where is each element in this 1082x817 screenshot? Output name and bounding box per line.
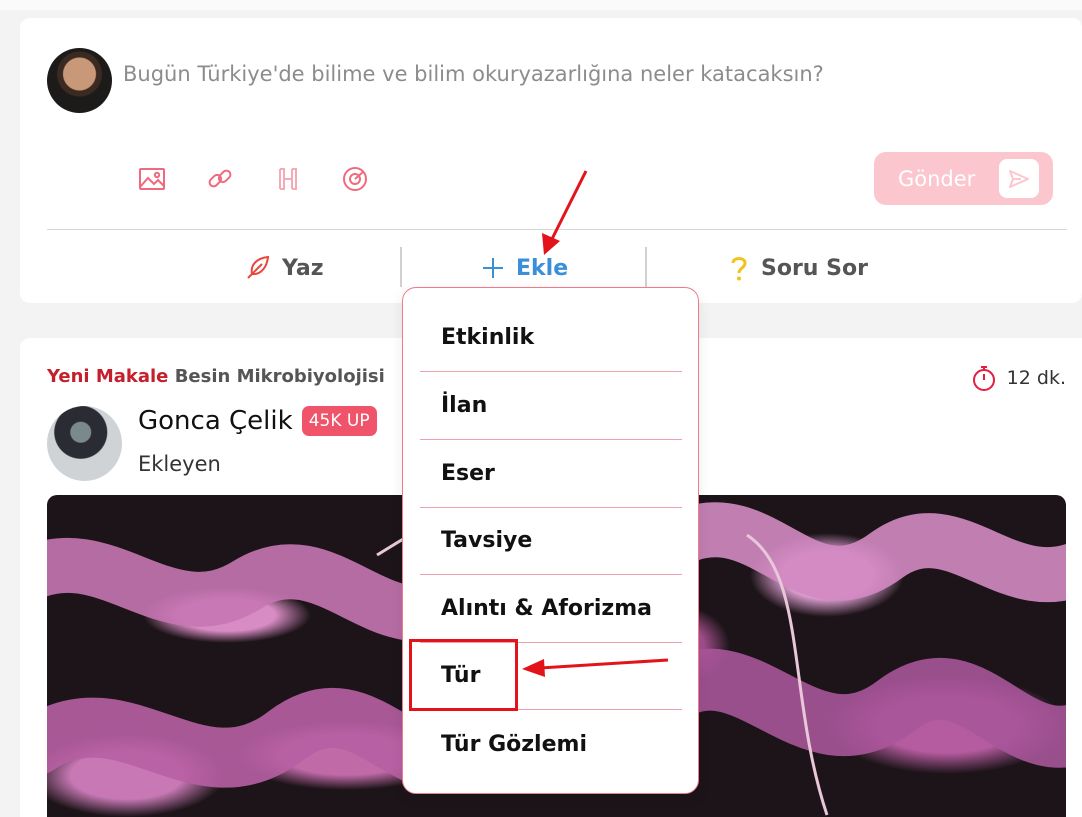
- send-button[interactable]: Gönder: [874, 152, 1053, 205]
- read-time: 12 dk.: [971, 364, 1066, 392]
- author-role: Ekleyen: [138, 452, 221, 476]
- link-icon[interactable]: [205, 164, 235, 194]
- add-dropdown-menu: Etkinlik İlan Eser Tavsiye Alıntı & Afor…: [402, 287, 699, 794]
- ask-question-button[interactable]: Soru Sor: [727, 250, 868, 286]
- annotation-arrow-left: [522, 658, 669, 677]
- plus-icon: [480, 255, 506, 281]
- stopwatch-icon: [971, 364, 997, 392]
- post-header: Yeni Makale Besin Mikrobiyolojisi: [47, 366, 385, 387]
- composer-card: Bugün Türkiye'de bilime ve bilim okuryaz…: [20, 18, 1082, 303]
- post-type-tag[interactable]: Yeni Makale: [47, 366, 168, 387]
- send-icon: [999, 159, 1039, 198]
- annotation-highlight-box: [409, 639, 518, 711]
- author-avatar[interactable]: [47, 406, 122, 481]
- annotation-arrow-down: [542, 170, 588, 255]
- target-icon[interactable]: [340, 164, 370, 194]
- ask-question-label: Soru Sor: [761, 255, 868, 281]
- read-time-label: 12 dk.: [1006, 367, 1066, 389]
- up-badge: 45K UP: [301, 406, 377, 436]
- composer-prompt-input[interactable]: Bugün Türkiye'de bilime ve bilim okuryaz…: [123, 62, 824, 86]
- top-strip: [0, 0, 1082, 10]
- menu-item-recommendation[interactable]: Tavsiye: [420, 507, 682, 575]
- write-button[interactable]: Yaz: [244, 250, 324, 286]
- menu-item-event[interactable]: Etkinlik: [420, 304, 682, 372]
- menu-item-species-observation[interactable]: Tür Gözlemi: [420, 710, 682, 778]
- menu-item-listing[interactable]: İlan: [420, 372, 682, 440]
- author-name[interactable]: Gonca Çelik: [138, 406, 293, 436]
- feather-icon: [244, 254, 272, 282]
- user-avatar[interactable]: [47, 48, 112, 113]
- write-label: Yaz: [282, 255, 324, 281]
- post-topic[interactable]: Besin Mikrobiyolojisi: [175, 366, 385, 387]
- author-line: Gonca Çelik 45K UP: [138, 406, 377, 436]
- question-icon: [727, 254, 751, 282]
- menu-item-quote[interactable]: Alıntı & Aforizma: [420, 575, 682, 643]
- image-icon[interactable]: [137, 164, 167, 194]
- menu-item-work[interactable]: Eser: [420, 440, 682, 508]
- action-separator: [400, 247, 402, 287]
- heading-icon[interactable]: [273, 164, 303, 194]
- send-button-label: Gönder: [898, 166, 976, 191]
- action-separator: [645, 247, 647, 287]
